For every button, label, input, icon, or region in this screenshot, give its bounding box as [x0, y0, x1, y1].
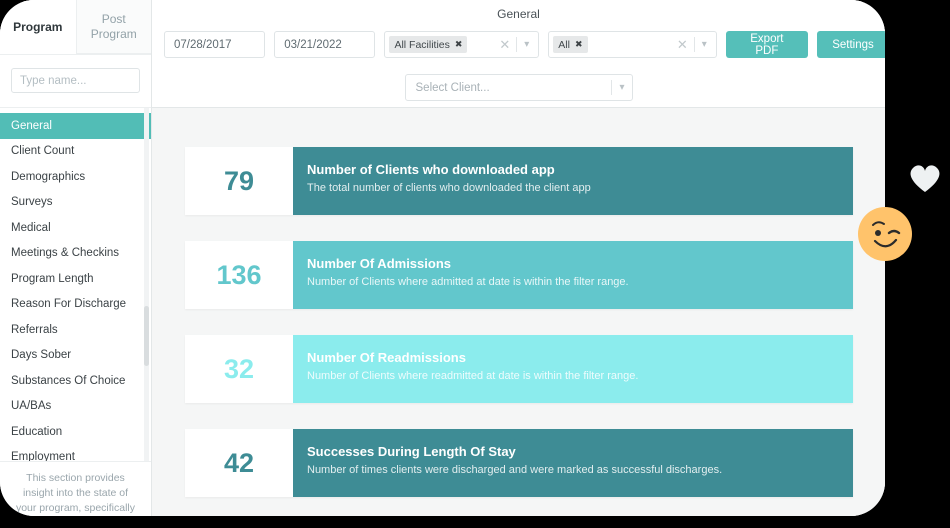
toolbar: General 07/28/2017 03/21/2022 All Facili…	[152, 0, 885, 108]
stat-card-value: 42	[185, 429, 293, 497]
stat-card-title: Number of Clients who downloaded app	[307, 161, 853, 178]
sidebar-item-label: Education	[11, 426, 62, 438]
sidebar-item-referrals[interactable]: Referrals	[0, 317, 151, 343]
clear-icon[interactable]: ✕	[671, 38, 694, 51]
sidebar-search-wrap	[0, 55, 151, 108]
winking-face-emoji	[858, 207, 912, 261]
sidebar: Program Post Program General Client Coun…	[0, 0, 152, 516]
tab-program-label: Program	[13, 20, 62, 35]
stat-card-subtitle: Number of Clients where readmitted at da…	[307, 368, 853, 384]
sidebar-item-client-count[interactable]: Client Count	[0, 139, 151, 165]
facility-chip-label: All Facilities	[394, 39, 449, 51]
sidebar-item-label: Referrals	[11, 324, 58, 336]
sidebar-item-days-sober[interactable]: Days Sober	[0, 343, 151, 369]
settings-button[interactable]: Settings	[817, 31, 885, 58]
stat-card[interactable]: 136 Number Of Admissions Number of Clien…	[185, 241, 853, 309]
sidebar-item-label: Reason For Discharge	[11, 298, 126, 310]
sidebar-item-surveys[interactable]: Surveys	[0, 190, 151, 216]
stat-card-subtitle: The total number of clients who download…	[307, 180, 853, 196]
sidebar-item-label: Program Length	[11, 273, 93, 285]
sidebar-item-label: Employment	[11, 451, 75, 461]
sidebar-item-demographics[interactable]: Demographics	[0, 164, 151, 190]
stat-card-body: Number Of Readmissions Number of Clients…	[293, 335, 853, 403]
secondary-multiselect-controls: ✕ ▾	[671, 37, 714, 52]
sidebar-item-label: Medical	[11, 222, 51, 234]
main-pane: General 07/28/2017 03/21/2022 All Facili…	[152, 0, 885, 516]
stat-card[interactable]: 42 Successes During Length Of Stay Numbe…	[185, 429, 853, 497]
sidebar-item-label: Client Count	[11, 145, 74, 157]
stat-card-value: 136	[185, 241, 293, 309]
name-search-input[interactable]	[11, 68, 140, 93]
heart-icon	[908, 162, 942, 194]
stat-card-value: 79	[185, 147, 293, 215]
sidebar-item-label: Demographics	[11, 171, 85, 183]
sidebar-scrollbar[interactable]	[144, 108, 149, 461]
sidebar-item-ua-bas[interactable]: UA/BAs	[0, 394, 151, 420]
sidebar-item-substances-of-choice[interactable]: Substances Of Choice	[0, 368, 151, 394]
page-title: General	[152, 7, 885, 21]
facility-chip[interactable]: All Facilities ✖	[389, 36, 467, 53]
sidebar-nav-list: General Client Count Demographics Survey…	[0, 108, 151, 461]
sidebar-item-label: UA/BAs	[11, 400, 51, 412]
stat-card-list: 79 Number of Clients who downloaded app …	[152, 109, 885, 516]
stat-card-title: Successes During Length Of Stay	[307, 443, 853, 460]
close-icon[interactable]: ✖	[455, 39, 463, 50]
filter-row: 07/28/2017 03/21/2022 All Facilities ✖ ✕…	[164, 31, 885, 58]
sidebar-item-label: Days Sober	[11, 349, 71, 361]
close-icon[interactable]: ✖	[575, 39, 583, 50]
sidebar-scrollbar-thumb[interactable]	[144, 306, 149, 366]
sidebar-item-label: Surveys	[11, 196, 53, 208]
stat-card-title: Number Of Readmissions	[307, 349, 853, 366]
sidebar-item-label: Substances Of Choice	[11, 375, 125, 387]
stat-card[interactable]: 79 Number of Clients who downloaded app …	[185, 147, 853, 215]
tab-post-program-label: Post Program	[81, 12, 148, 42]
secondary-multiselect[interactable]: All ✖ ✕ ▾	[548, 31, 717, 58]
facility-multiselect[interactable]: All Facilities ✖ ✕ ▾	[384, 31, 539, 58]
sidebar-item-label: Meetings & Checkins	[11, 247, 119, 259]
chevron-down-icon[interactable]: ▾	[517, 40, 536, 50]
chevron-down-icon[interactable]: ▾	[612, 83, 631, 93]
stat-card-title: Number Of Admissions	[307, 255, 853, 272]
secondary-chip-label: All	[558, 39, 570, 51]
stat-card-subtitle: Number of Clients where admitted at date…	[307, 274, 853, 290]
clear-icon[interactable]: ✕	[493, 38, 516, 51]
start-date-field[interactable]: 07/28/2017	[164, 31, 265, 58]
secondary-chip[interactable]: All ✖	[553, 36, 587, 53]
client-select-wrap: Select Client... ▾	[152, 74, 885, 101]
tab-program[interactable]: Program	[0, 0, 76, 54]
chevron-down-icon[interactable]: ▾	[695, 40, 714, 50]
stat-card-body: Number of Clients who downloaded app The…	[293, 147, 853, 215]
end-date-field[interactable]: 03/21/2022	[274, 31, 375, 58]
tab-post-program[interactable]: Post Program	[76, 0, 152, 54]
export-pdf-button[interactable]: Export PDF	[726, 31, 808, 58]
end-date-value: 03/21/2022	[284, 39, 342, 51]
start-date-value: 07/28/2017	[174, 39, 232, 51]
client-select-controls: ▾	[611, 75, 631, 100]
sidebar-tab-strip: Program Post Program	[0, 0, 151, 55]
client-select-dropdown[interactable]: Select Client... ▾	[405, 74, 633, 101]
app-window: Program Post Program General Client Coun…	[0, 0, 885, 516]
stat-card-subtitle: Number of times clients were discharged …	[307, 462, 853, 478]
sidebar-item-general[interactable]: General	[0, 113, 151, 139]
sidebar-item-employment[interactable]: Employment	[0, 445, 151, 462]
sidebar-section-note: This section provides insight into the s…	[0, 461, 151, 516]
sidebar-item-meetings-checkins[interactable]: Meetings & Checkins	[0, 241, 151, 267]
sidebar-item-reason-for-discharge[interactable]: Reason For Discharge	[0, 292, 151, 318]
stat-card-value: 32	[185, 335, 293, 403]
stat-card-body: Successes During Length Of Stay Number o…	[293, 429, 853, 497]
sidebar-item-program-length[interactable]: Program Length	[0, 266, 151, 292]
sidebar-item-label: General	[11, 120, 52, 132]
stat-card-body: Number Of Admissions Number of Clients w…	[293, 241, 853, 309]
sidebar-item-medical[interactable]: Medical	[0, 215, 151, 241]
facility-multiselect-controls: ✕ ▾	[493, 37, 536, 52]
client-select-placeholder: Select Client...	[416, 82, 490, 94]
sidebar-item-education[interactable]: Education	[0, 419, 151, 445]
stat-card[interactable]: 32 Number Of Readmissions Number of Clie…	[185, 335, 853, 403]
